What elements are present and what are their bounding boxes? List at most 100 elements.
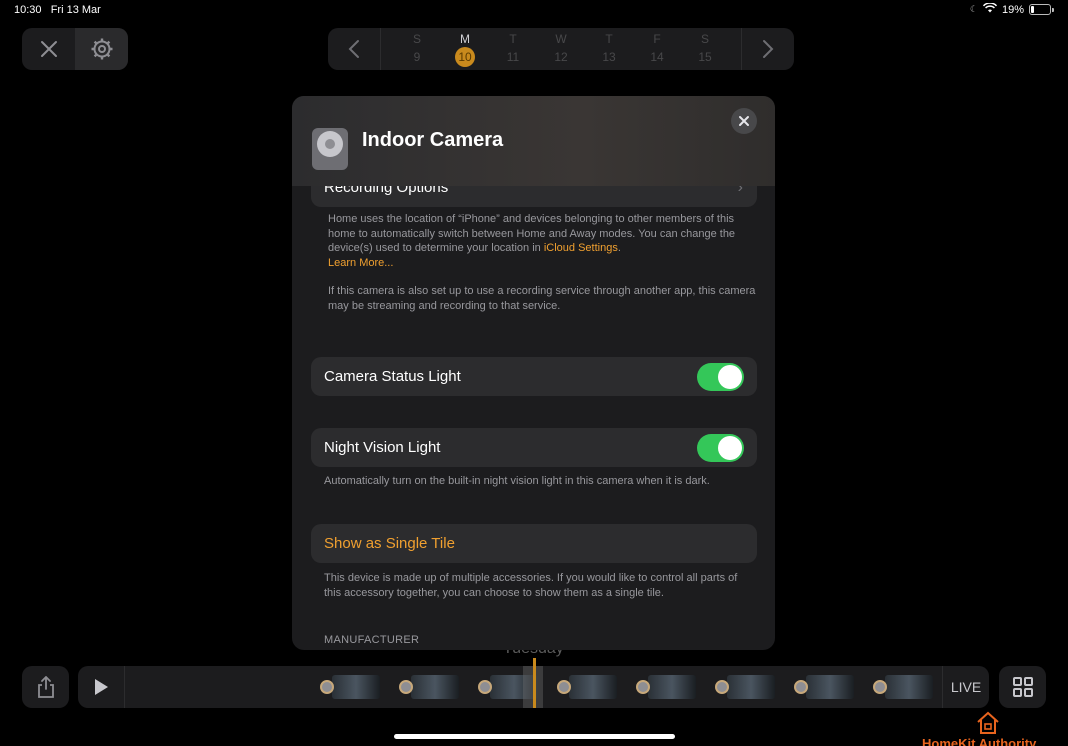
clip-thumbnail[interactable] [399,673,459,701]
thumbnail-image [727,675,775,699]
camera-icon [312,128,348,170]
camera-icon [715,680,729,694]
play-button[interactable] [78,666,125,708]
close-camera-button[interactable] [22,28,75,70]
next-week-button[interactable] [741,28,794,70]
location-note-end: . [617,242,621,254]
share-button[interactable] [22,666,69,708]
wifi-icon [982,2,998,16]
accessory-settings-sheet: Recording Options › Home uses the locati… [292,96,775,650]
night-vision-light-label: Night Vision Light [324,439,441,456]
day-number: 15 [698,49,712,64]
thumbnail-image [885,675,933,699]
day-number: 14 [650,49,664,64]
thumbnail-image [411,675,459,699]
night-vision-light-row: Night Vision Light [311,428,757,467]
recording-timeline[interactable]: LIVE [78,658,989,708]
day-item[interactable]: F 14 [639,32,675,67]
camera-icon [636,680,650,694]
thumbnail-image [569,675,617,699]
day-letter: F [653,31,661,46]
camera-settings-button[interactable] [75,28,128,70]
clip-thumbnail[interactable] [320,673,380,701]
clip-thumbnail[interactable] [557,673,617,701]
show-as-single-tile-label: Show as Single Tile [324,535,455,552]
day-letter: T [509,31,517,46]
camera-status-light-row: Camera Status Light [311,357,757,396]
clip-thumbnails [320,673,940,701]
previous-week-button[interactable] [328,28,381,70]
sheet-header: Indoor Camera [292,96,775,186]
battery-cap [1052,7,1054,12]
status-time: 10:30 Fri 13 Mar [14,4,101,16]
battery-fill [1031,6,1034,13]
day-item[interactable]: S 15 [687,32,723,67]
day-list: S9 M 10 T 11 W 12 T 13 F 14 S 15 [381,32,741,67]
close-icon [739,116,749,126]
status-indicators: ☾ 19% [969,2,1054,16]
day-number: 11 [506,49,520,64]
camera-icon [557,680,571,694]
status-bar: 10:30 Fri 13 Mar ☾ 19% [0,0,1068,20]
do-not-disturb-icon: ☾ [969,4,978,14]
sheet-title: Indoor Camera [362,129,504,151]
day-item[interactable]: T 11 [495,32,531,67]
clip-thumbnail[interactable] [636,673,696,701]
icloud-settings-link[interactable]: iCloud Settings [544,242,618,254]
status-time-text: 10:30 [14,4,42,16]
watermark-house-icon [977,711,999,734]
day-item[interactable]: T 13 [591,32,627,67]
single-tile-note: This device is made up of multiple acces… [324,572,738,599]
manufacturer-header: MANUFACTURER [324,634,420,646]
clip-thumbnail[interactable] [794,673,854,701]
thumbnail-image [806,675,854,699]
location-note-text: Home uses the location of “iPhone” and d… [328,213,736,254]
day-number: 10 [455,46,475,67]
camera-lens-center [325,139,335,149]
show-as-single-tile-button[interactable]: Show as Single Tile [311,524,757,563]
night-vision-light-toggle[interactable] [697,434,744,462]
camera-icon [399,680,413,694]
toggle-knob [718,365,742,389]
toggle-knob [718,436,742,460]
camera-status-light-label: Camera Status Light [324,368,461,385]
day-item[interactable]: W 12 [543,32,579,67]
clip-thumbnail[interactable] [715,673,775,701]
night-vision-note: Automatically turn on the built-in night… [324,475,710,487]
camera-icon [873,680,887,694]
thumbnail-image [332,675,380,699]
battery-icon [1029,4,1051,15]
chevron-right-icon [763,40,774,58]
live-button[interactable]: LIVE [942,666,989,708]
clip-thumbnail[interactable] [873,673,933,701]
battery-percentage: 19% [1001,3,1024,16]
day-item-selected[interactable]: M 10 [447,32,483,67]
day-item[interactable]: S9 [399,32,435,67]
camera-icon [478,680,492,694]
day-number: 12 [554,49,568,64]
day-letter: S [700,31,709,46]
watermark-text: HomeKit Authority [922,736,1037,746]
share-icon [37,676,54,698]
camera-lens [317,131,343,157]
day-letter: M [460,31,470,46]
close-icon [40,41,57,57]
playhead[interactable] [533,658,536,708]
day-letter: S [412,31,421,46]
camera-status-light-toggle[interactable] [697,363,744,391]
play-icon [95,679,108,695]
location-note: Home uses the location of “iPhone” and d… [328,212,758,270]
camera-icon [794,680,808,694]
close-sheet-button[interactable] [731,108,757,134]
thumbnail-image [648,675,696,699]
grid-icon [1012,677,1033,697]
grid-view-button[interactable] [999,666,1046,708]
learn-more-link[interactable]: Learn More... [328,257,393,269]
day-number: 9 [413,49,421,64]
gear-icon [91,38,112,60]
service-note: If this camera is also set up to use a r… [328,285,756,312]
day-letter: T [605,31,613,46]
camera-icon [320,680,334,694]
date-selector: S9 M 10 T 11 W 12 T 13 F 14 S 15 [328,28,794,70]
status-date-text: Fri 13 Mar [50,4,101,16]
